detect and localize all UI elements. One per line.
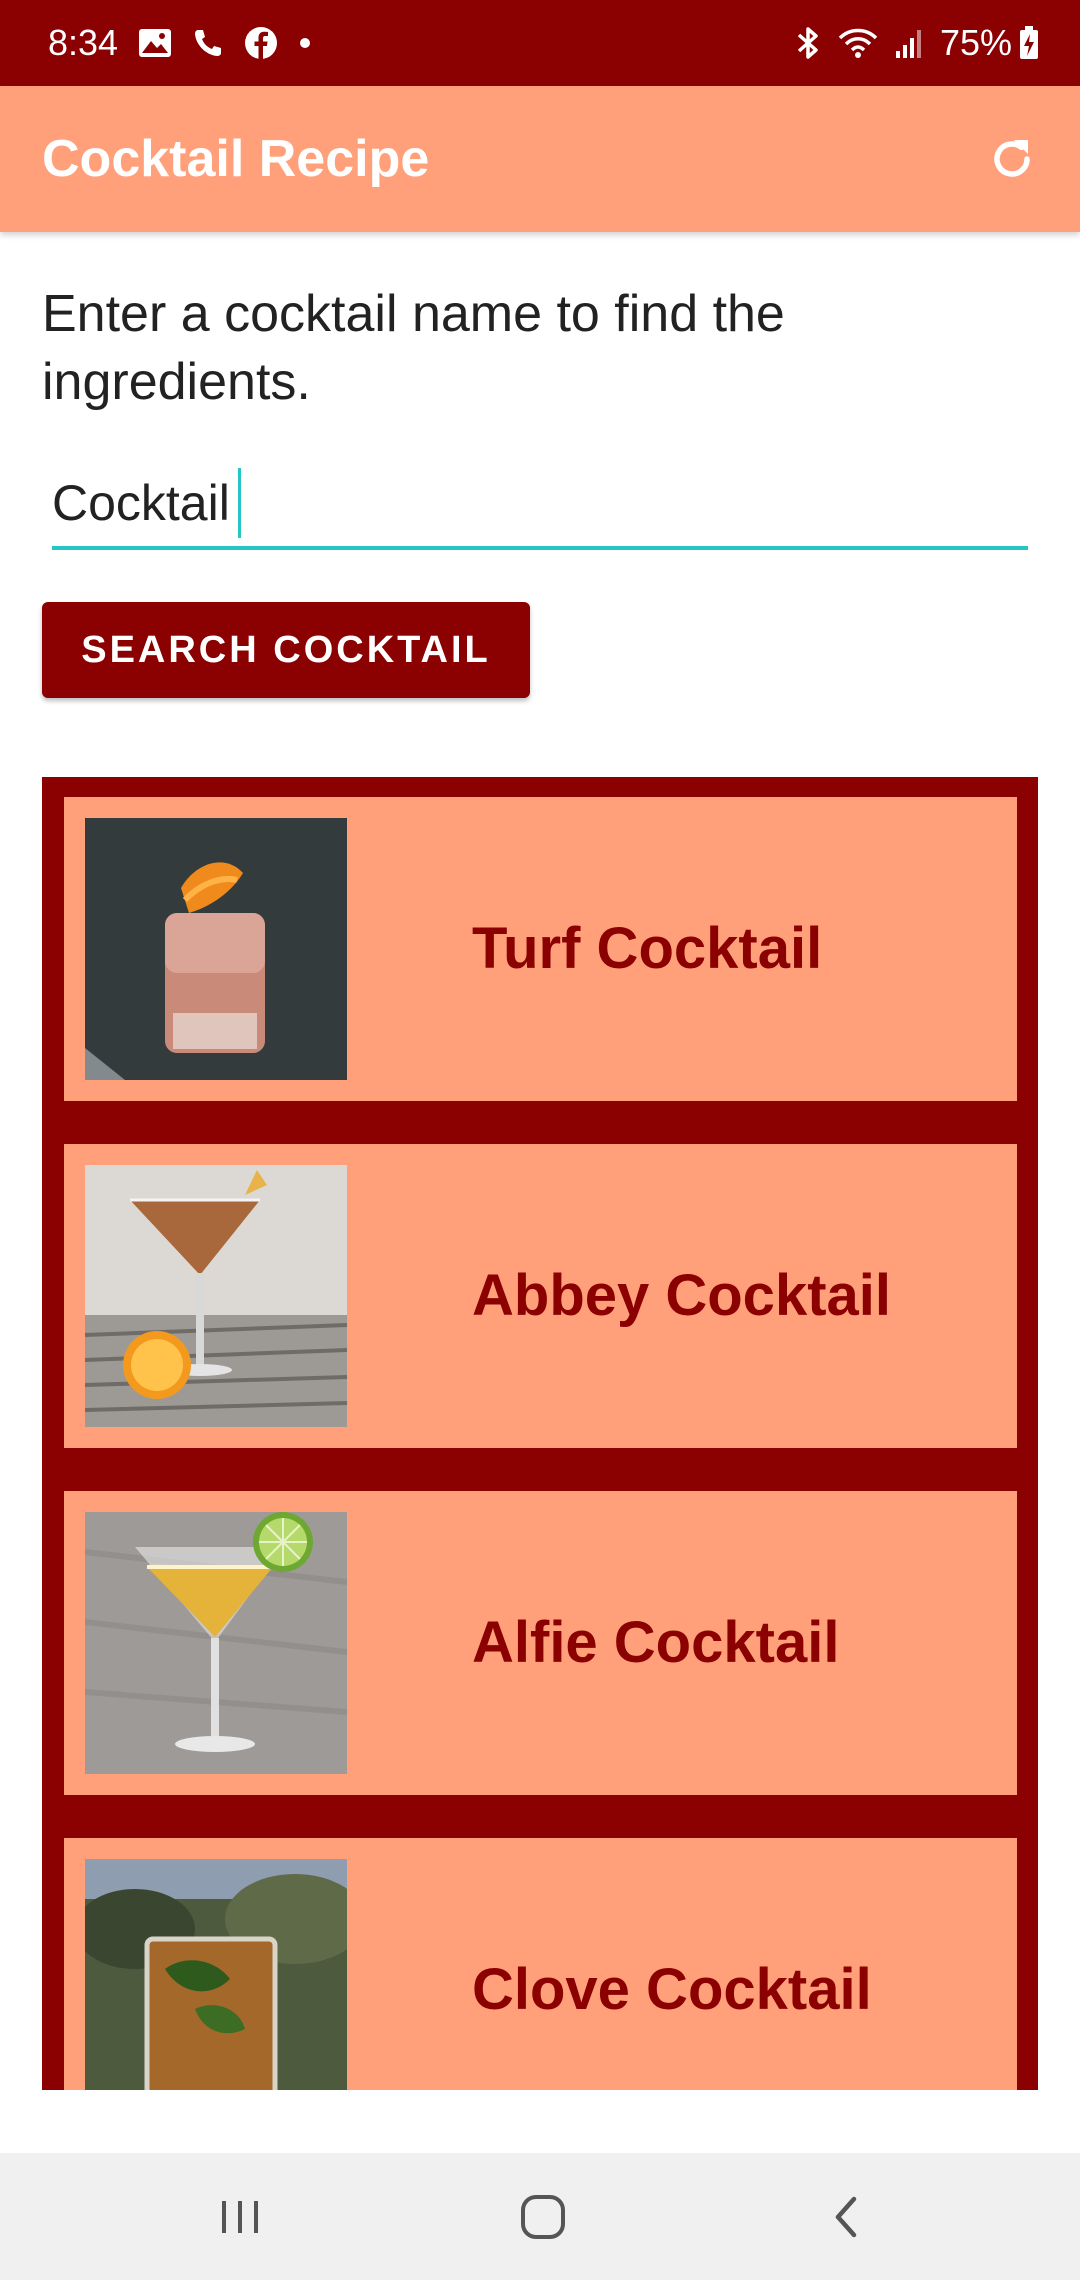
refresh-icon[interactable] [984, 131, 1040, 187]
result-card-abbey[interactable]: Abbey Cocktail [64, 1144, 1017, 1448]
cocktail-thumbnail [85, 1859, 347, 2090]
battery-percent: 75% [939, 22, 1012, 63]
status-bar: 8:34 75% [0, 0, 1080, 86]
wifi-icon [838, 26, 878, 60]
back-icon[interactable] [786, 2153, 906, 2280]
search-cocktail-button[interactable]: SEARCH COCKTAIL [42, 602, 530, 698]
cocktail-name: Abbey Cocktail [472, 1263, 891, 1328]
signal-icon [894, 27, 924, 59]
cocktail-thumbnail [85, 1165, 347, 1427]
cocktail-name: Alfie Cocktail [472, 1610, 840, 1675]
result-card-alfie[interactable]: Alfie Cocktail [64, 1491, 1017, 1795]
status-left: 8:34 [48, 22, 794, 64]
result-card-turf[interactable]: Turf Cocktail [64, 797, 1017, 1101]
search-prompt: Enter a cocktail name to find the ingred… [42, 285, 785, 411]
dot-icon [298, 36, 312, 50]
results-list[interactable]: Turf Cocktail Abbey Cocktail Alfie Cockt… [42, 777, 1038, 2090]
facebook-icon [244, 26, 278, 60]
search-field[interactable] [52, 460, 1028, 550]
gallery-icon [138, 28, 172, 58]
home-icon[interactable] [483, 2153, 603, 2280]
app-bar: Cocktail Recipe [0, 86, 1080, 232]
cocktail-thumbnail [85, 818, 347, 1080]
status-right: 75% [794, 22, 1040, 64]
result-card-clove[interactable]: Clove Cocktail [64, 1838, 1017, 2090]
status-time: 8:34 [48, 22, 119, 63]
cocktail-name: Clove Cocktail [472, 1957, 872, 2022]
recent-apps-icon[interactable] [180, 2153, 300, 2280]
battery-charging-icon [1018, 25, 1040, 61]
bluetooth-icon [794, 25, 822, 61]
text-cursor [238, 468, 241, 538]
search-input[interactable] [52, 460, 1028, 546]
navigation-bar [0, 2153, 1080, 2280]
app-title: Cocktail Recipe [42, 130, 430, 188]
phone-call-icon [192, 27, 224, 59]
cocktail-thumbnail [85, 1512, 347, 1774]
cocktail-name: Turf Cocktail [472, 916, 823, 981]
